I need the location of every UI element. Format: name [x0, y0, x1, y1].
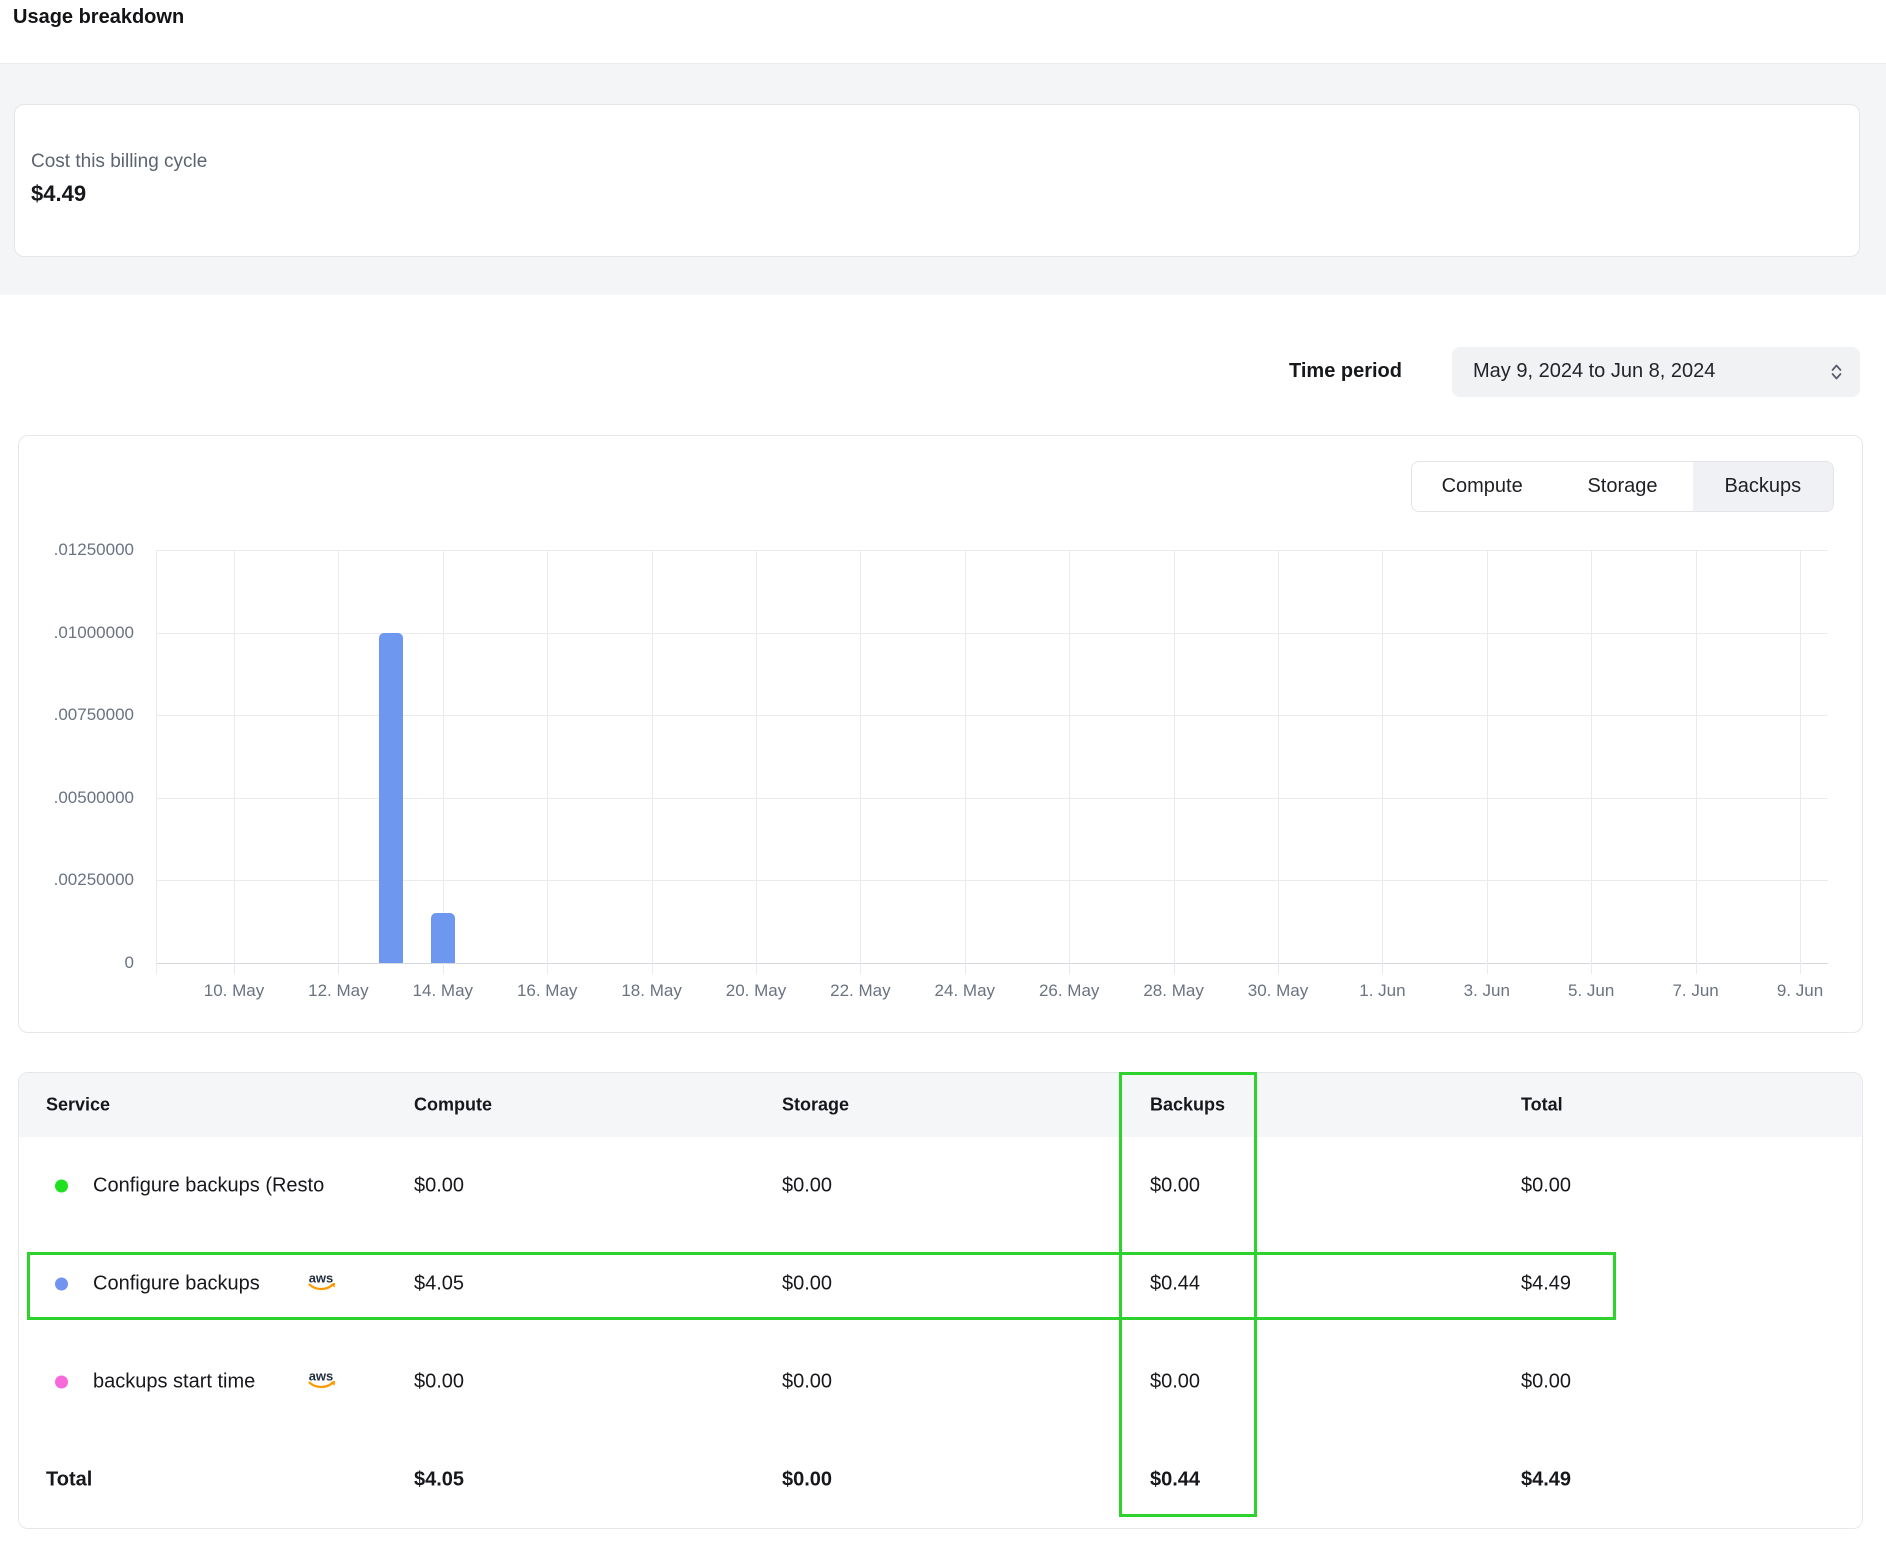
column-header-compute: Compute [414, 1095, 492, 1116]
x-axis-label: 28. May [1119, 981, 1229, 1001]
page-title: Usage breakdown [13, 6, 184, 29]
y-axis-label: .00250000 [19, 871, 134, 889]
service-dot-green [55, 1180, 68, 1193]
x-gridline [1696, 550, 1697, 974]
x-axis-label: 22. May [805, 981, 915, 1001]
x-gridline [1487, 550, 1488, 974]
table-header-row: Service Compute Storage Backups Total [19, 1073, 1862, 1137]
service-name: Configure backups [93, 1273, 260, 1296]
x-gridline [1800, 550, 1801, 974]
time-period-value: May 9, 2024 to Jun 8, 2024 [1473, 360, 1715, 383]
storage-value: $0.00 [782, 1273, 832, 1296]
x-axis-label: 30. May [1223, 981, 1333, 1001]
services-cost-table: Service Compute Storage Backups Total Co… [18, 1072, 1863, 1529]
usage-chart-panel: Compute Storage Backups .01250000.010000… [18, 435, 1863, 1033]
x-axis-label: 16. May [492, 981, 602, 1001]
x-gridline [1591, 550, 1592, 974]
compute-value: $4.05 [414, 1273, 464, 1296]
x-gridline [443, 550, 444, 974]
y-gridline [156, 550, 1828, 551]
y-gridline [156, 963, 1828, 964]
y-axis-label: .01000000 [19, 624, 134, 642]
x-gridline [1382, 550, 1383, 974]
svg-text:aws: aws [309, 1370, 334, 1384]
table-row-configure-backups: Configure backups aws $4.05 $0.00 $0.44 … [19, 1235, 1862, 1333]
svg-text:aws: aws [309, 1272, 334, 1286]
storage-value: $0.00 [782, 1371, 832, 1394]
x-gridline [1174, 550, 1175, 974]
table-total-row: Total $4.05 $0.00 $0.44 $4.49 [19, 1431, 1862, 1529]
billing-summary-section: Cost this billing cycle $4.49 [0, 63, 1886, 295]
storage-value: $0.00 [782, 1175, 832, 1198]
time-period-label: Time period [1289, 360, 1421, 383]
total-row-label: Total [46, 1469, 92, 1492]
x-gridline [234, 550, 235, 974]
chart-bar-13-may [379, 633, 403, 963]
service-dot-pink [55, 1376, 68, 1389]
x-axis-label: 26. May [1014, 981, 1124, 1001]
total-value: $0.00 [1521, 1371, 1571, 1394]
compute-value: $0.00 [414, 1175, 464, 1198]
x-axis-label: 10. May [179, 981, 289, 1001]
total-value: $4.49 [1521, 1273, 1571, 1296]
service-name: backups start time [93, 1371, 255, 1394]
table-row-configure-backups-restored: Configure backups (Resto $0.00 $0.00 $0.… [19, 1137, 1862, 1235]
x-gridline [965, 550, 966, 974]
usage-chart-plot: .01250000 .01000000 .00750000 .00500000 .002… [19, 436, 1862, 1032]
x-axis-label: 14. May [388, 981, 498, 1001]
y-gridline [156, 715, 1828, 716]
x-axis-label: 7. Jun [1641, 981, 1751, 1001]
billing-cost-card: Cost this billing cycle $4.49 [14, 104, 1860, 257]
y-gridline [156, 798, 1828, 799]
compute-total: $4.05 [414, 1469, 464, 1492]
backups-value: $0.00 [1150, 1371, 1200, 1394]
plot-left-boundary [156, 550, 157, 974]
x-axis-label: 12. May [283, 981, 393, 1001]
x-gridline [1069, 550, 1070, 974]
backups-value: $0.44 [1150, 1273, 1200, 1296]
column-header-backups: Backups [1150, 1095, 1225, 1116]
y-axis-label: .01250000 [19, 541, 134, 559]
aws-logo-icon: aws [305, 1272, 339, 1299]
service-dot-blue [55, 1278, 68, 1291]
backups-value: $0.00 [1150, 1175, 1200, 1198]
service-name: Configure backups (Resto [93, 1175, 324, 1198]
total-value: $0.00 [1521, 1175, 1571, 1198]
x-axis-label: 9. Jun [1745, 981, 1855, 1001]
billing-cost-amount: $4.49 [31, 181, 86, 207]
storage-total: $0.00 [782, 1469, 832, 1492]
usage-breakdown-page: Usage breakdown Cost this billing cycle … [0, 0, 1886, 1548]
time-period-select[interactable]: May 9, 2024 to Jun 8, 2024 [1452, 347, 1860, 397]
x-gridline [1278, 550, 1279, 974]
billing-cost-label: Cost this billing cycle [31, 151, 207, 173]
y-axis-label: .00500000 [19, 789, 134, 807]
backups-total: $0.44 [1150, 1469, 1200, 1492]
x-gridline [652, 550, 653, 974]
x-gridline [338, 550, 339, 974]
x-axis-label: 24. May [910, 981, 1020, 1001]
x-axis-label: 5. Jun [1536, 981, 1646, 1001]
aws-logo-icon: aws [305, 1370, 339, 1397]
x-axis-label: 1. Jun [1327, 981, 1437, 1001]
chevron-up-down-icon [1829, 361, 1844, 388]
y-axis-label: .00750000 [19, 706, 134, 724]
x-gridline [756, 550, 757, 974]
column-header-storage: Storage [782, 1095, 849, 1116]
column-header-total: Total [1521, 1095, 1563, 1116]
x-axis-label: 3. Jun [1432, 981, 1542, 1001]
table-row-backups-start-time: backups start time aws $0.00 $0.00 $0.00… [19, 1333, 1862, 1431]
column-header-service: Service [46, 1095, 110, 1116]
y-gridline [156, 633, 1828, 634]
x-gridline [547, 550, 548, 974]
chart-bar-14-may [431, 913, 455, 963]
x-gridline [860, 550, 861, 974]
compute-value: $0.00 [414, 1371, 464, 1394]
y-gridline [156, 880, 1828, 881]
y-axis-label: 0 [19, 954, 134, 972]
x-axis-label: 20. May [701, 981, 811, 1001]
x-axis-label: 18. May [597, 981, 707, 1001]
grand-total: $4.49 [1521, 1469, 1571, 1492]
